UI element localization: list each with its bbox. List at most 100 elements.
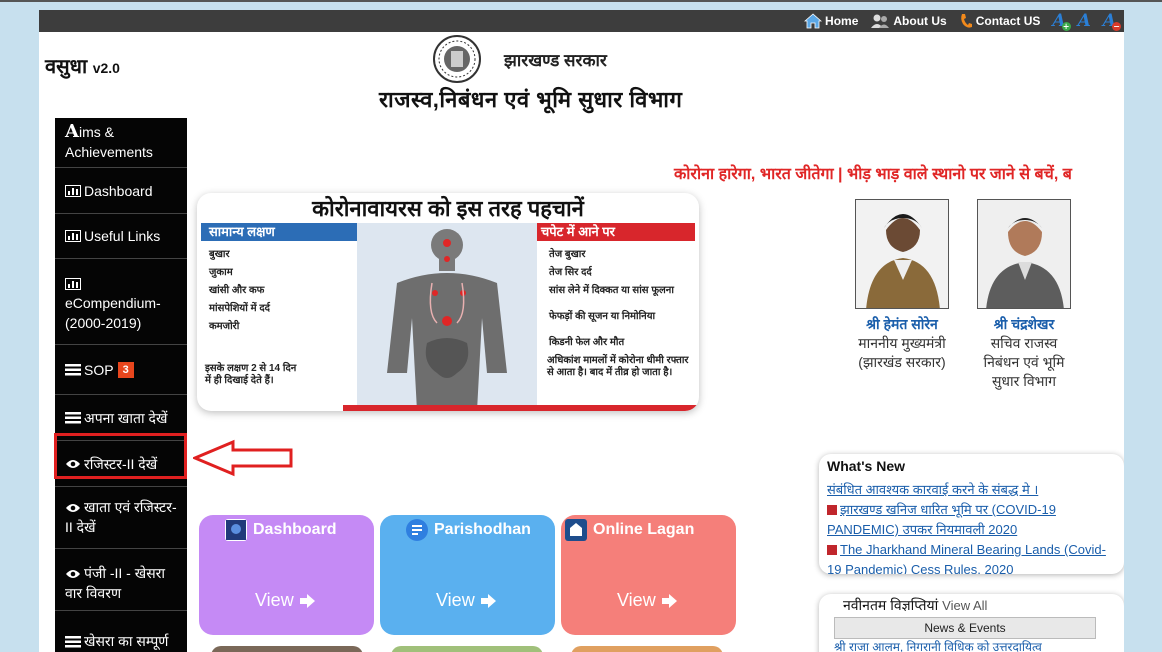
sidebar-item-panji-khesra[interactable]: पंजी -II - खेसरा वार विवरण bbox=[55, 549, 187, 611]
font-reset-label: A bbox=[1077, 11, 1091, 31]
whats-new-item[interactable]: संबंधित आवश्यक कारवाई करने के संबद्ध मे … bbox=[827, 480, 1117, 500]
plus-icon: + bbox=[1061, 21, 1071, 31]
dashboard-tile-icon bbox=[225, 519, 247, 541]
font-increase-button[interactable]: A + bbox=[1052, 11, 1071, 31]
poster-body-illustration bbox=[357, 223, 537, 411]
arrow-right-icon bbox=[480, 593, 496, 608]
parishodhan-tile-icon bbox=[406, 519, 428, 541]
sidebar-item-ecompendium[interactable]: eCompendium-(2000-2019) bbox=[55, 259, 187, 345]
sidebar-item-label: अपना खाता देखें bbox=[84, 409, 168, 426]
poster-right-symptom: सांस लेने में दिक्कत या सांस फूलना bbox=[549, 285, 674, 296]
person-name[interactable]: श्री हेमंत सोरेन bbox=[854, 315, 950, 334]
top-nav-bar: Home About Us Contact US A + A A − bbox=[39, 10, 1124, 32]
portrait-icon bbox=[856, 200, 948, 308]
bar-chart-icon bbox=[65, 278, 81, 291]
tile-label: Parishodhan bbox=[434, 521, 531, 538]
jharkhand-emblem-icon bbox=[433, 35, 481, 83]
sidebar-item-label: SOP bbox=[84, 361, 114, 378]
font-reset-button[interactable]: A bbox=[1078, 11, 1091, 31]
poster-right-symptom: तेज बुखार bbox=[549, 249, 586, 260]
poster-right-tab: चपेट में आने पर bbox=[533, 223, 695, 241]
poster-left-tab: सामान्य लक्षण bbox=[201, 223, 361, 241]
tile-dashboard[interactable]: Dashboard View bbox=[199, 515, 374, 635]
site-header: वसुधा v2.0 झारखण्ड सरकार राजस्व,निबंधन ए… bbox=[39, 32, 1124, 118]
notification-row[interactable]: श्री राजा आलम, निगरानी विधिक को उत्तरदाय… bbox=[834, 639, 1096, 652]
news-marquee: कोरोना हारेगा, भारत जीतेगा | भीड़ भाड़ व… bbox=[190, 158, 1124, 184]
poster-right-symptom: फेफड़ों की सूजन या निमोनिया bbox=[549, 311, 656, 322]
tile-online-lagan[interactable]: Online Lagan View bbox=[561, 515, 736, 635]
tile-view-label: View bbox=[255, 590, 294, 610]
person-photo bbox=[855, 199, 949, 309]
person-designation: माननीय मुख्यमंत्री (झारखंड सरकार) bbox=[858, 335, 946, 370]
sidebar-item-label: ims & Achievements bbox=[65, 124, 153, 160]
sidebar-item-label: Dashboard bbox=[84, 182, 153, 199]
poster-left-symptom: कमजोरी bbox=[209, 321, 240, 332]
whats-new-panel: What's New संबंधित आवश्यक कारवाई करने के… bbox=[819, 454, 1124, 574]
sidebar-item-label: Useful Links bbox=[84, 228, 161, 244]
whats-new-item[interactable]: The Jharkhand Mineral Bearing Lands (Cov… bbox=[827, 540, 1117, 574]
department-name: राजस्व,निबंधन एवं भूमि सुधार विभाग bbox=[379, 87, 683, 112]
whats-new-title: What's New bbox=[827, 458, 906, 474]
notifications-title-row: नवीनतम विज्ञप्तियां View All bbox=[843, 596, 987, 615]
sidebar-item-aims[interactable]: Aims & Achievements bbox=[55, 118, 187, 168]
poster-right-symptom: तेज सिर दर्द bbox=[549, 267, 592, 278]
aims-lead-letter: A bbox=[65, 121, 79, 142]
news-events-tab[interactable]: News & Events bbox=[834, 617, 1096, 639]
person-photo bbox=[977, 199, 1071, 309]
sidebar-item-dashboard[interactable]: Dashboard bbox=[55, 168, 187, 214]
phone-icon bbox=[960, 14, 972, 28]
portrait-icon bbox=[978, 200, 1070, 308]
sidebar-item-khata-register[interactable]: खाता एवं रजिस्टर-II देखें bbox=[55, 487, 187, 549]
contact-link-label: Contact US bbox=[975, 14, 1041, 28]
poster-right-footnote: अधिकांश मामलों में कोरोना धीमी रफ्तार से… bbox=[547, 355, 689, 378]
highlight-box bbox=[54, 433, 187, 479]
home-link-label: Home bbox=[825, 14, 859, 28]
arrow-right-icon bbox=[299, 593, 315, 608]
government-name: झारखण्ड सरकार bbox=[504, 51, 607, 70]
arrow-right-icon bbox=[661, 593, 677, 608]
sidebar-item-useful-links[interactable]: Useful Links bbox=[55, 214, 187, 259]
contact-link[interactable]: Contact US bbox=[959, 13, 1041, 29]
list-icon bbox=[65, 636, 81, 648]
arrow-left-icon bbox=[193, 439, 293, 477]
poster-title: कोरोनावायरस को इस तरह पहचानें bbox=[312, 196, 584, 221]
poster-left-footnote: इसके लक्षण 2 से 14 दिन में ही दिखाई देते… bbox=[205, 363, 297, 386]
eye-icon bbox=[66, 570, 80, 579]
brand-version: v2.0 bbox=[92, 60, 120, 76]
tile-parishodhan[interactable]: Parishodhan View bbox=[380, 515, 555, 635]
person-name[interactable]: श्री चंद्रशेखर bbox=[976, 315, 1072, 334]
home-link[interactable]: Home bbox=[804, 13, 858, 29]
marquee-text: कोरोना हारेगा, भारत जीतेगा | भीड़ भाड़ व… bbox=[674, 166, 1072, 183]
whats-new-item-text: झारखण्ड खनिज धारित भूमि पर (COVID-19 PAN… bbox=[827, 502, 1056, 537]
arrow-icon bbox=[827, 545, 837, 555]
list-icon bbox=[65, 411, 81, 423]
tile-header: Online Lagan bbox=[565, 519, 694, 541]
view-all-link[interactable]: View All bbox=[942, 598, 987, 613]
tile-row2-strip bbox=[571, 646, 723, 652]
tile-view-label: View bbox=[436, 590, 475, 610]
page-container: Home About Us Contact US A + A A − वसुधा v… bbox=[39, 10, 1124, 652]
brand-logo[interactable]: वसुधा v2.0 bbox=[45, 52, 120, 79]
tile-view-button[interactable]: View bbox=[436, 590, 496, 611]
font-decrease-button[interactable]: A − bbox=[1103, 11, 1121, 31]
sidebar-item-sop[interactable]: SOP 3 bbox=[55, 345, 187, 395]
poster-left-symptom: खांसी और कफ bbox=[209, 285, 265, 296]
corona-awareness-poster: कोरोनावायरस को इस तरह पहचानें सामान्य लक… bbox=[197, 193, 699, 411]
bar-chart-icon bbox=[65, 230, 81, 242]
rent-tile-icon bbox=[565, 519, 587, 541]
tile-view-button[interactable]: View bbox=[617, 590, 677, 611]
sidebar-item-label: खाता एवं रजिस्टर-II देखें bbox=[65, 499, 177, 535]
person-chief-minister: श्री हेमंत सोरेन माननीय मुख्यमंत्री (झार… bbox=[854, 199, 950, 372]
sidebar-item-label: eCompendium-(2000-2019) bbox=[65, 295, 161, 331]
whats-new-item[interactable]: झारखण्ड खनिज धारित भूमि पर (COVID-19 PAN… bbox=[827, 500, 1117, 540]
tile-label: Online Lagan bbox=[593, 521, 695, 538]
notifications-title: नवीनतम विज्ञप्तियां bbox=[843, 597, 939, 613]
sidebar-item-khesra-vivran[interactable]: खेसरा का सम्पूर्ण विवरण देखें bbox=[55, 611, 187, 652]
poster-left-symptom: मांसपेशियों में दर्द bbox=[209, 303, 270, 314]
about-link[interactable]: About Us bbox=[870, 13, 947, 29]
about-link-label: About Us bbox=[893, 14, 947, 28]
tile-view-button[interactable]: View bbox=[255, 590, 315, 611]
eye-icon bbox=[66, 504, 80, 513]
top-nav-links: Home About Us Contact US A + A A − bbox=[804, 10, 1121, 32]
latest-notifications-panel: नवीनतम विज्ञप्तियां View All News & Even… bbox=[819, 594, 1124, 652]
